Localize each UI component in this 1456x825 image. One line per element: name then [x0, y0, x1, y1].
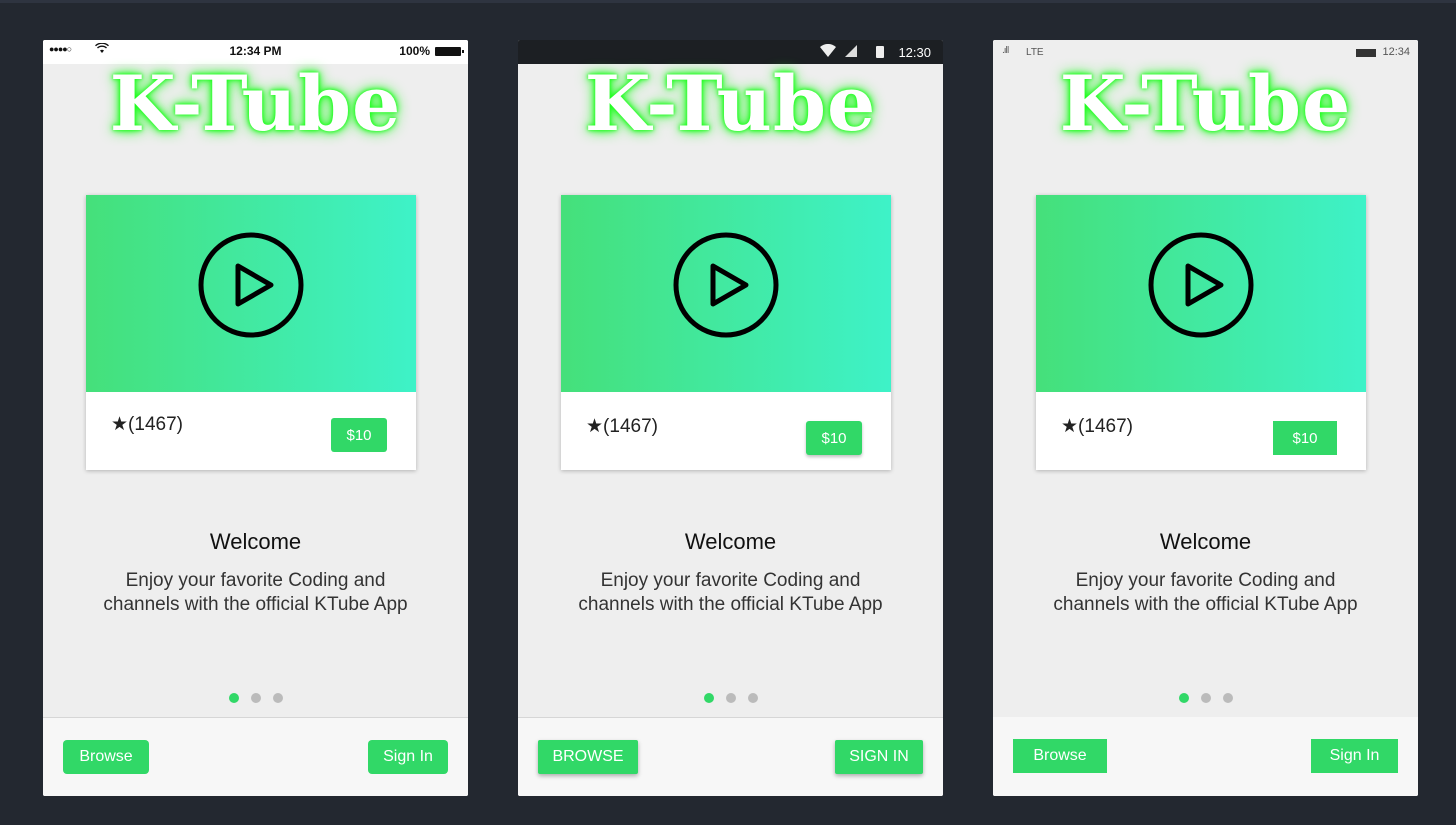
- sign-in-button[interactable]: Sign In: [1311, 739, 1398, 773]
- cell-signal-icon: .ıll: [1002, 46, 1009, 56]
- description-line: Enjoy your favorite Coding and: [600, 570, 861, 591]
- play-circle-icon[interactable]: [196, 230, 306, 340]
- rating: ★(1467): [1061, 415, 1133, 438]
- cell-signal-icon: [845, 45, 857, 57]
- page-dot[interactable]: [747, 693, 758, 703]
- app-logo: K-Tube: [109, 59, 402, 148]
- browse-button[interactable]: Browse: [1013, 739, 1107, 773]
- footer-bar: Browse Sign In: [43, 717, 468, 796]
- description-line: channels with the official KTube App: [578, 594, 883, 615]
- app-logo: K-Tube: [584, 59, 877, 148]
- wifi-icon: [820, 43, 836, 60]
- browse-button[interactable]: BROWSE: [538, 740, 638, 774]
- star-icon: ★: [586, 416, 604, 437]
- welcome-heading: Welcome: [1159, 529, 1252, 554]
- network-type: LTE: [1026, 47, 1044, 58]
- sign-in-button[interactable]: Sign In: [368, 740, 448, 774]
- battery-icon: [435, 47, 464, 56]
- rating: ★(1467): [111, 413, 183, 436]
- page-indicator: [993, 693, 1418, 703]
- video-card[interactable]: ★(1467) $10: [86, 195, 416, 470]
- page-dot-active[interactable]: [703, 693, 714, 703]
- battery-icon: [876, 46, 884, 58]
- page-dot-active[interactable]: [1178, 693, 1189, 703]
- video-card[interactable]: ★(1467) $10: [1036, 195, 1366, 470]
- page-indicator: [43, 693, 468, 703]
- rating-count: (1467): [603, 416, 658, 437]
- welcome-heading: Welcome: [209, 529, 302, 554]
- footer-bar: Browse Sign In: [993, 717, 1418, 796]
- description-line: channels with the official KTube App: [1053, 594, 1358, 615]
- page-dot[interactable]: [272, 693, 283, 703]
- star-icon: ★: [111, 414, 129, 435]
- description-line: Enjoy your favorite Coding and: [125, 570, 386, 591]
- description-line: channels with the official KTube App: [103, 594, 408, 615]
- page-dot[interactable]: [725, 693, 736, 703]
- video-thumbnail[interactable]: [561, 195, 891, 392]
- play-circle-icon[interactable]: [671, 230, 781, 340]
- sign-in-button[interactable]: SIGN IN: [835, 740, 923, 774]
- video-card[interactable]: ★(1467) $10: [561, 195, 891, 470]
- welcome-description: Enjoy your favorite Coding and channels w…: [518, 569, 943, 617]
- browse-button[interactable]: Browse: [63, 740, 149, 774]
- page-dot[interactable]: [1222, 693, 1233, 703]
- battery-percentage: 100%: [399, 44, 430, 58]
- price-button[interactable]: $10: [1273, 421, 1337, 455]
- description-line: Enjoy your favorite Coding and: [1075, 570, 1336, 591]
- rating-count: (1467): [128, 414, 183, 435]
- price-button[interactable]: $10: [806, 421, 862, 455]
- welcome-description: Enjoy your favorite Coding and channels w…: [993, 569, 1418, 617]
- footer-bar: BROWSE SIGN IN: [518, 717, 943, 796]
- page-indicator: [518, 693, 943, 703]
- status-time: 12:34: [1382, 46, 1410, 58]
- page-dot-active[interactable]: [228, 693, 239, 703]
- android-phone-mockup: 12:30 K-Tube ★(1467) $10 Welcome Enjoy y…: [518, 40, 943, 796]
- app-logo: K-Tube: [1059, 59, 1352, 148]
- price-button[interactable]: $10: [331, 418, 387, 452]
- star-icon: ★: [1061, 416, 1079, 437]
- windows-phone-mockup: .ıll LTE 12:34 K-Tube ★(1467) $10 Welcom…: [993, 40, 1418, 796]
- play-circle-icon[interactable]: [1146, 230, 1256, 340]
- page-dot[interactable]: [250, 693, 261, 703]
- video-thumbnail[interactable]: [86, 195, 416, 392]
- rating: ★(1467): [586, 415, 658, 438]
- ios-phone-mockup: ●●●●○ 12:34 PM 100% K-Tube ★(1467) $10 W…: [43, 40, 468, 796]
- welcome-description: Enjoy your favorite Coding and channels w…: [43, 569, 468, 617]
- page-dot[interactable]: [1200, 693, 1211, 703]
- battery-icon: [1356, 49, 1376, 57]
- rating-count: (1467): [1078, 416, 1133, 437]
- status-time: 12:30: [898, 45, 931, 60]
- video-thumbnail[interactable]: [1036, 195, 1366, 392]
- welcome-heading: Welcome: [684, 529, 777, 554]
- top-border: [0, 0, 1456, 3]
